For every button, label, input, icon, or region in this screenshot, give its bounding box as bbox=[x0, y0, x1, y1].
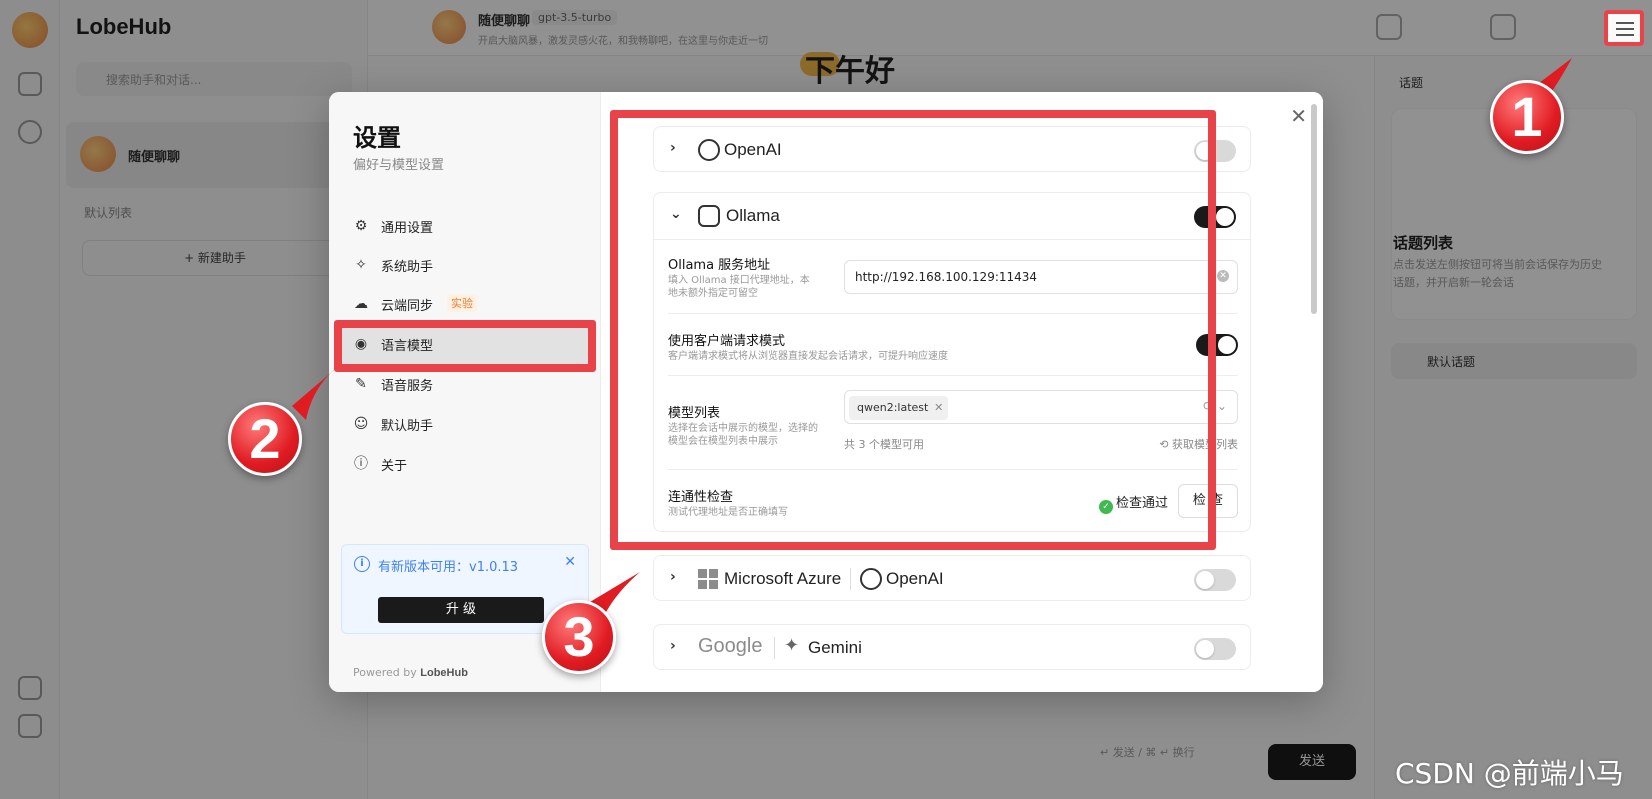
step-badge-1: 1 bbox=[1490, 80, 1564, 154]
step-badge-3: 3 bbox=[542, 600, 616, 674]
app-window: LobeHub 搜索助手和对话... 随便聊聊 默认列表 + 新建助手 随便聊聊… bbox=[0, 0, 1652, 799]
annotation-tails bbox=[292, 58, 1572, 616]
watermark: CSDN @前端小马 bbox=[1395, 757, 1624, 790]
step-badge-2: 2 bbox=[228, 402, 302, 476]
